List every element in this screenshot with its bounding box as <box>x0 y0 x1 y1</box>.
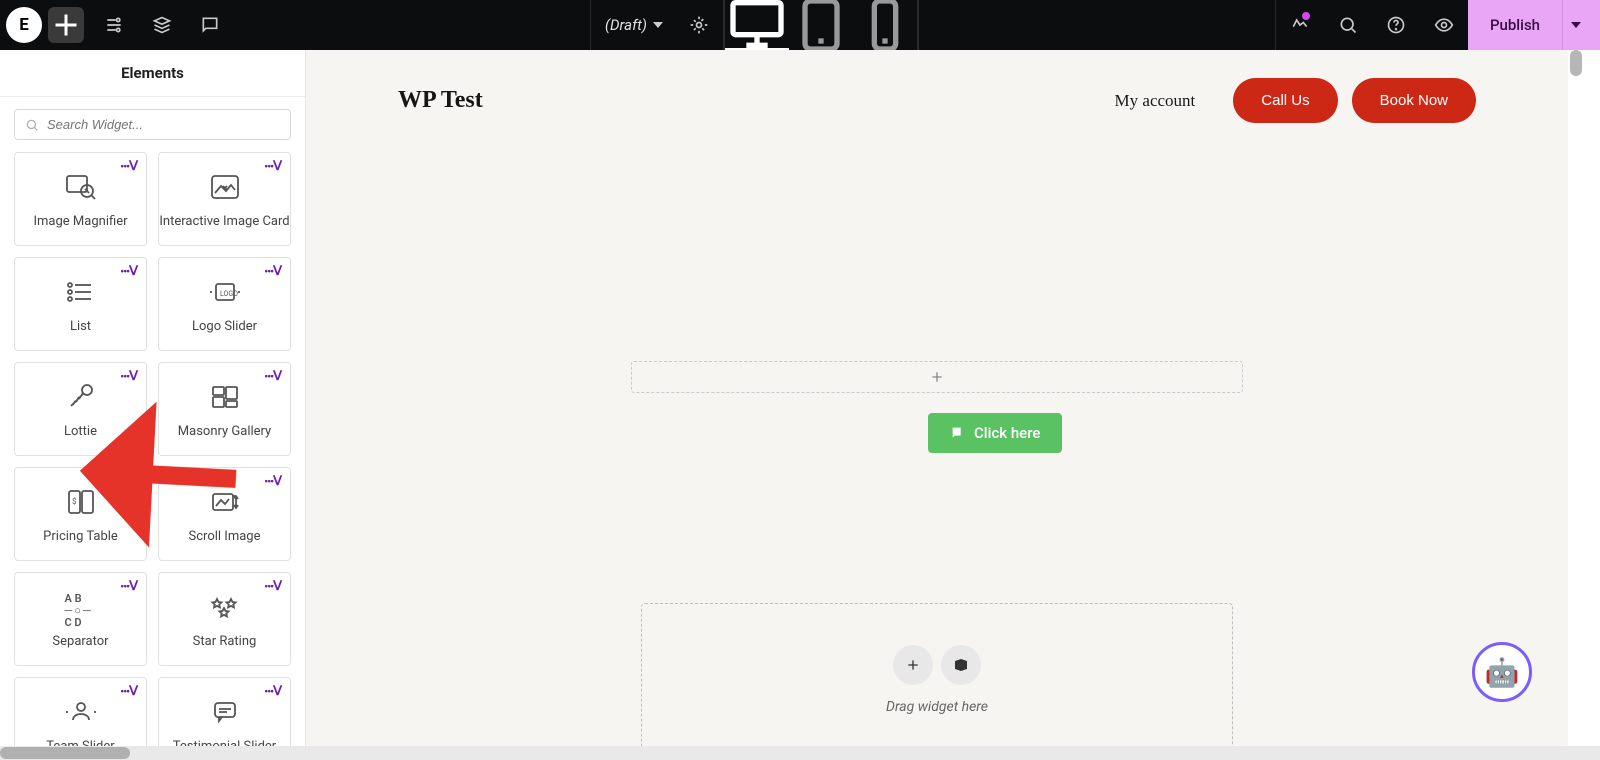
widget-scroll-image[interactable]: •••ᐯ Scroll Image <box>158 467 291 561</box>
panel-title: Elements <box>0 50 305 97</box>
preview-icon[interactable] <box>1420 0 1468 50</box>
publish-options-button[interactable] <box>1562 0 1600 50</box>
chevron-down-icon[interactable] <box>653 22 663 28</box>
widget-pricing-table[interactable]: •••ᐯ $ Pricing Table <box>14 467 147 561</box>
svg-text:$: $ <box>72 497 77 506</box>
click-here-button[interactable]: Click here <box>928 413 1062 453</box>
addon-badge-icon: •••ᐯ <box>120 264 138 279</box>
widget-testimonial-slider[interactable]: •••ᐯ Testimonial Slider <box>158 677 291 746</box>
add-widget-button[interactable] <box>893 645 933 685</box>
settings-icon[interactable] <box>90 0 138 50</box>
structure-icon[interactable] <box>138 0 186 50</box>
elements-panel: Elements •••ᐯ Image Magnifier •••ᐯ Inter… <box>0 50 306 746</box>
finder-search-icon[interactable] <box>1324 0 1372 50</box>
widget-team-slider[interactable]: •••ᐯ Team Slider <box>14 677 147 746</box>
draft-status[interactable]: (Draft) <box>591 16 653 34</box>
comments-icon[interactable] <box>186 0 234 50</box>
addon-badge-icon: •••ᐯ <box>264 159 282 174</box>
add-element-button[interactable] <box>48 7 84 43</box>
widget-search-input[interactable] <box>47 117 280 132</box>
widget-separator[interactable]: •••ᐯ A B─○─C D Separator <box>14 572 147 666</box>
editor-canvas: WP Test My account Call Us Book Now Clic… <box>306 50 1568 746</box>
nav-my-account[interactable]: My account <box>1115 91 1196 111</box>
widget-masonry-gallery[interactable]: •••ᐯ Masonry Gallery <box>158 362 291 456</box>
widget-star-rating[interactable]: •••ᐯ Star Rating <box>158 572 291 666</box>
widget-logo-slider[interactable]: •••ᐯ LOGO Logo Slider <box>158 257 291 351</box>
book-now-button[interactable]: Book Now <box>1352 78 1476 123</box>
addon-badge-icon: •••ᐯ <box>264 474 282 489</box>
publish-button[interactable]: Publish <box>1468 0 1562 50</box>
addon-badge-icon: •••ᐯ <box>120 579 138 594</box>
page-settings-icon[interactable] <box>675 0 723 50</box>
add-section-strip[interactable] <box>631 361 1243 393</box>
tablet-device-button[interactable] <box>789 0 853 50</box>
widget-image-magnifier[interactable]: •••ᐯ Image Magnifier <box>14 152 147 246</box>
canvas-scrollbar[interactable] <box>1570 50 1584 746</box>
widget-lottie[interactable]: •••ᐯ Lottie <box>14 362 147 456</box>
page-title: WP Test <box>398 87 483 114</box>
addon-badge-icon: •••ᐯ <box>264 579 282 594</box>
addon-badge-icon: •••ᐯ <box>264 369 282 384</box>
svg-text:LOGO: LOGO <box>220 290 238 298</box>
widget-list[interactable]: •••ᐯ List <box>14 257 147 351</box>
assistant-bubble[interactable]: 🤖 <box>1472 642 1532 702</box>
horizontal-scrollbar[interactable] <box>0 746 1600 760</box>
widget-search[interactable] <box>14 109 291 140</box>
elementor-logo[interactable]: E <box>6 7 42 43</box>
help-icon[interactable] <box>1372 0 1420 50</box>
addon-badge-icon: •••ᐯ <box>264 264 282 279</box>
desktop-device-button[interactable] <box>725 0 789 50</box>
addon-badge-icon: •••ᐯ <box>120 684 138 699</box>
addon-badge-icon: •••ᐯ <box>120 159 138 174</box>
mobile-device-button[interactable] <box>853 0 917 50</box>
addon-badge-icon: •••ᐯ <box>120 474 138 489</box>
addon-badge-icon: •••ᐯ <box>264 684 282 699</box>
widget-interactive-image-card[interactable]: •••ᐯ Interactive Image Card <box>158 152 291 246</box>
drop-zone-label: Drag widget here <box>886 699 988 715</box>
notifications-icon[interactable] <box>1276 0 1324 50</box>
call-us-button[interactable]: Call Us <box>1233 78 1337 123</box>
addon-badge-icon: •••ᐯ <box>120 369 138 384</box>
drop-zone[interactable]: Drag widget here <box>641 603 1233 757</box>
template-library-button[interactable] <box>941 645 981 685</box>
